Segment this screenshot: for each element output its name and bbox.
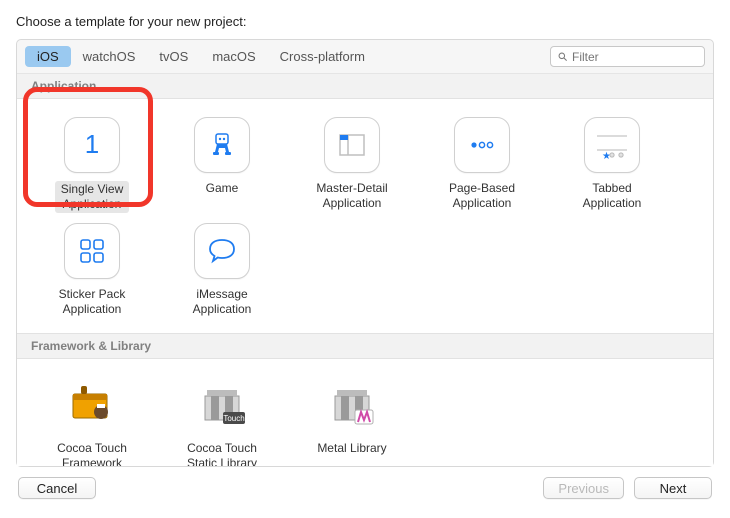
template-scroll-area[interactable]: Application 1 Single View Application	[17, 74, 713, 466]
template-page-based-application[interactable]: Page-Based Application	[417, 113, 547, 219]
tab-crossplatform[interactable]: Cross-platform	[268, 46, 377, 67]
template-label: Metal Library	[317, 441, 386, 466]
sticker-pack-icon	[64, 223, 120, 279]
static-library-icon: Touch	[194, 377, 250, 433]
template-single-view-application[interactable]: 1 Single View Application	[27, 113, 157, 219]
filter-input[interactable]	[572, 50, 698, 64]
template-label: Page-Based Application	[449, 181, 515, 211]
metal-library-icon	[324, 377, 380, 433]
section-header-application: Application	[17, 74, 713, 99]
page-based-icon	[454, 117, 510, 173]
section-header-framework: Framework & Library	[17, 333, 713, 359]
filter-icon	[557, 51, 568, 62]
dialog-footer: Cancel Previous Next	[16, 467, 714, 499]
template-master-detail-application[interactable]: Master-Detail Application	[287, 113, 417, 219]
single-view-icon: 1	[64, 117, 120, 173]
template-tabbed-application[interactable]: ★ Tabbed Application	[547, 113, 677, 219]
game-icon	[194, 117, 250, 173]
template-label: Master-Detail Application	[316, 181, 387, 211]
next-button[interactable]: Next	[634, 477, 712, 499]
grid-framework: Cocoa Touch Framework Touch	[17, 359, 713, 466]
template-cocoa-touch-framework[interactable]: Cocoa Touch Framework	[27, 373, 157, 466]
tab-watchos[interactable]: watchOS	[71, 46, 148, 67]
template-label: Tabbed Application	[583, 181, 642, 211]
template-label: Cocoa Touch Static Library	[187, 441, 257, 466]
template-label: Cocoa Touch Framework	[57, 441, 127, 466]
platform-tabs: iOS watchOS tvOS macOS Cross-platform	[25, 46, 377, 67]
tab-ios[interactable]: iOS	[25, 46, 71, 67]
tabbed-icon: ★	[584, 117, 640, 173]
template-cocoa-touch-static-library[interactable]: Touch Cocoa Touch Static Library	[157, 373, 287, 466]
template-sticker-pack-application[interactable]: Sticker Pack Application	[27, 219, 157, 323]
template-metal-library[interactable]: Metal Library	[287, 373, 417, 466]
svg-text:Touch: Touch	[223, 414, 244, 423]
tab-macos[interactable]: macOS	[200, 46, 267, 67]
topbar: iOS watchOS tvOS macOS Cross-platform	[17, 40, 713, 74]
imessage-icon	[194, 223, 250, 279]
svg-text:1: 1	[85, 131, 99, 159]
template-label: Single View Application	[55, 181, 129, 213]
template-label: Sticker Pack Application	[59, 287, 126, 317]
cancel-button[interactable]: Cancel	[18, 477, 96, 499]
template-panel: iOS watchOS tvOS macOS Cross-platform Ap…	[16, 39, 714, 467]
template-label: Game	[206, 181, 239, 211]
filter-field-wrap[interactable]	[550, 46, 705, 67]
framework-icon	[64, 377, 120, 433]
template-game[interactable]: Game	[157, 113, 287, 219]
template-imessage-application[interactable]: iMessage Application	[157, 219, 287, 323]
dialog-heading: Choose a template for your new project:	[16, 14, 714, 29]
master-detail-icon	[324, 117, 380, 173]
previous-button: Previous	[543, 477, 624, 499]
grid-application: 1 Single View Application	[17, 99, 713, 333]
tab-tvos[interactable]: tvOS	[147, 46, 200, 67]
template-label: iMessage Application	[193, 287, 252, 317]
